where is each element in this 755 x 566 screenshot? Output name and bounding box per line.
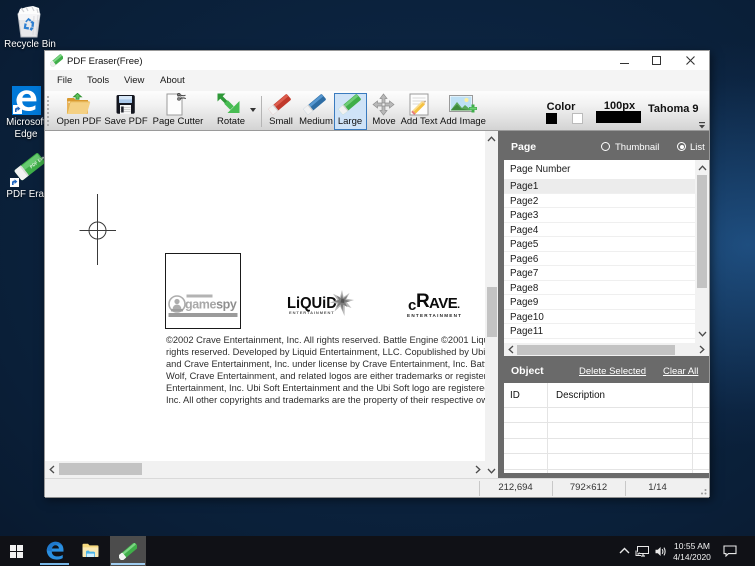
svg-text:gamespy: gamespy [185, 298, 237, 312]
